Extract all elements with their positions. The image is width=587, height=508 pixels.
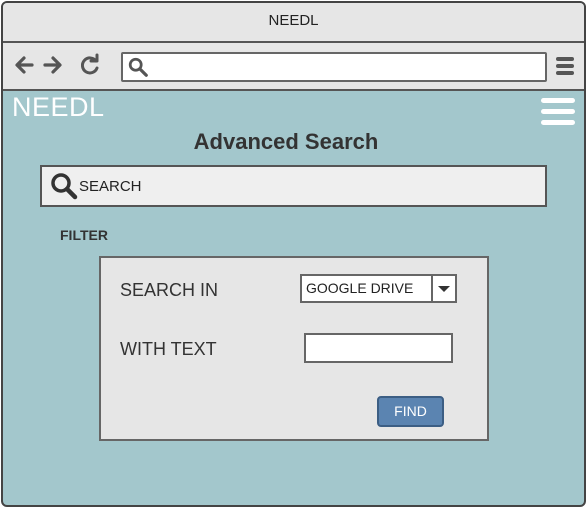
search-in-dropdown[interactable]: GOOGLE DRIVE bbox=[300, 274, 457, 303]
search-icon bbox=[51, 173, 78, 200]
browser-toolbar bbox=[3, 43, 584, 91]
reload-icon[interactable] bbox=[78, 53, 102, 77]
with-text-label: WITH TEXT bbox=[120, 339, 217, 359]
browser-window: NEEDL NEEDL Advanced Search SEARCH FILTE… bbox=[1, 1, 586, 507]
address-bar[interactable] bbox=[121, 52, 547, 82]
hamburger-menu-icon[interactable] bbox=[540, 96, 576, 128]
find-button[interactable]: FIND bbox=[377, 396, 444, 427]
search-placeholder: SEARCH bbox=[79, 178, 142, 195]
search-in-label: SEARCH IN bbox=[120, 280, 219, 300]
browser-menu-icon[interactable] bbox=[554, 55, 576, 77]
back-arrow-icon[interactable] bbox=[12, 53, 36, 77]
brand-logo[interactable]: NEEDL bbox=[12, 92, 105, 123]
page-title: Advanced Search bbox=[193, 129, 379, 154]
filter-heading: FILTER bbox=[60, 227, 108, 243]
search-input[interactable]: SEARCH bbox=[40, 165, 547, 207]
search-icon bbox=[128, 57, 148, 77]
title-bar: NEEDL bbox=[3, 3, 584, 43]
with-text-input[interactable] bbox=[304, 333, 453, 363]
dropdown-toggle[interactable] bbox=[431, 276, 455, 301]
search-in-selected-value: GOOGLE DRIVE bbox=[306, 280, 414, 296]
window-title: NEEDL bbox=[268, 12, 319, 29]
dropdown-arrow-icon bbox=[438, 286, 450, 292]
page-content: NEEDL Advanced Search SEARCH FILTER SEAR… bbox=[3, 91, 584, 505]
forward-arrow-icon[interactable] bbox=[41, 53, 65, 77]
filter-panel: SEARCH IN GOOGLE DRIVE WITH TEXT FIND bbox=[99, 256, 489, 441]
